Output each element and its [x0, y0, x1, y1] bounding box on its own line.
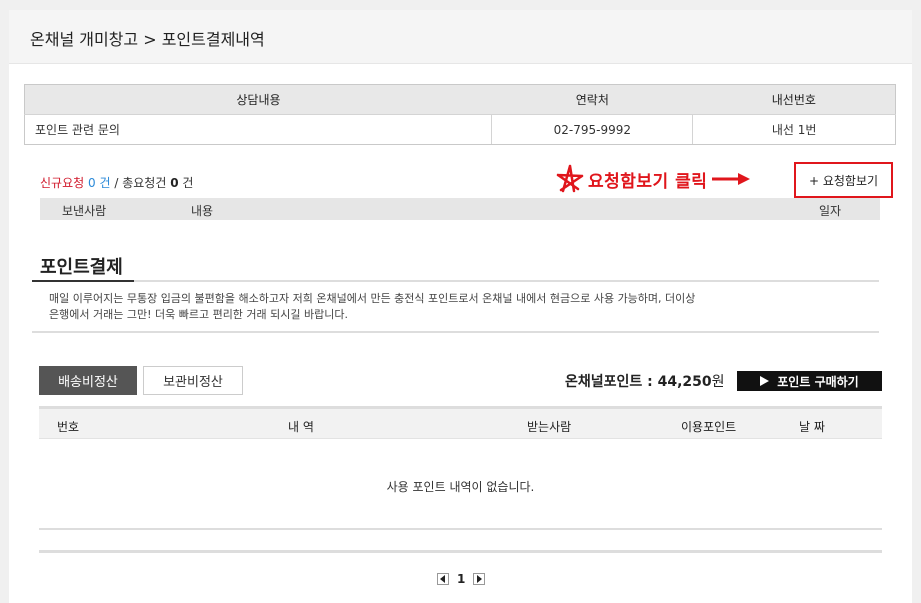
contact-extension-cell: 내선 1번 — [692, 114, 896, 145]
pagination-divider — [39, 550, 882, 553]
request-summary: 신규요청 0 건 / 총요청건 0 건 — [40, 174, 193, 191]
play-icon — [760, 376, 770, 386]
page-container: 온채널 개미창고 > 포인트결제내역 상담내용 연락처 내선번호 포인트 관련 … — [9, 10, 912, 603]
buy-points-button[interactable]: 포인트 구매하기 — [737, 371, 882, 391]
request-separator: / — [114, 176, 119, 190]
chevron-right-icon — [477, 575, 483, 583]
new-request-unit: 건 — [99, 176, 111, 190]
points-col-date: 날 짜 — [799, 420, 825, 434]
points-unit: 원 — [711, 374, 725, 390]
contact-table-header: 상담내용 연락처 내선번호 — [23, 84, 896, 115]
prev-page-button[interactable] — [437, 573, 449, 585]
section-description: 매일 이루어지는 무통장 입금의 불편함을 해소하고자 저희 온채널에서 만든 … — [32, 282, 879, 333]
annotation-text: 요청함보기 클릭 — [588, 171, 708, 192]
chevron-left-icon — [440, 575, 445, 583]
total-request-count: 0 — [170, 176, 179, 190]
new-request-label: 신규요청 — [40, 176, 85, 190]
buy-points-label: 포인트 구매하기 — [777, 374, 859, 389]
points-col-number: 번호 — [57, 420, 80, 434]
points-balance-label: 온채널포인트 : 44,250 — [565, 374, 712, 390]
contact-col-phone: 연락처 — [491, 84, 693, 115]
new-request-count: 0 — [88, 176, 96, 190]
current-page[interactable]: 1 — [457, 572, 465, 586]
tab-storage-settlement[interactable]: 보관비정산 — [143, 366, 243, 395]
table-row: 포인트 관련 문의 02-795-9992 내선 1번 — [23, 114, 896, 145]
pagination: 1 — [437, 572, 486, 586]
star-scribble-icon — [556, 164, 584, 193]
contact-inquiry-cell: 포인트 관련 문의 — [23, 114, 492, 145]
arrow-right-icon — [712, 173, 751, 185]
points-col-used-points: 이용포인트 — [681, 420, 737, 434]
contact-phone-cell: 02-795-9992 — [491, 114, 693, 145]
section-title: 포인트결제 — [40, 257, 123, 278]
view-requests-button[interactable]: + 요청함보기 — [794, 162, 893, 198]
points-table-header: 번호 내 역 받는사람 이용포인트 날 짜 — [39, 406, 882, 439]
page-header: 온채널 개미창고 > 포인트결제내역 — [9, 10, 912, 64]
contact-table: 상담내용 연락처 내선번호 포인트 관련 문의 02-795-9992 내선 1… — [23, 84, 896, 145]
page-title: 온채널 개미창고 > 포인트결제내역 — [30, 30, 265, 49]
points-col-details: 내 역 — [288, 420, 314, 434]
contact-col-extension: 내선번호 — [692, 84, 896, 115]
message-col-sender: 보낸사람 — [62, 204, 107, 218]
click-annotation: 요청함보기 클릭 — [554, 163, 752, 195]
points-balance: 온채널포인트 : 44,250원 — [565, 371, 725, 391]
next-page-button[interactable] — [473, 573, 486, 585]
table-bottom-divider — [39, 528, 882, 530]
message-table-header: 보낸사람 내용 일자 — [40, 198, 880, 220]
section-description-line: 매일 이루어지는 무통장 입금의 불편함을 해소하고자 저희 온채널에서 만든 … — [49, 292, 696, 305]
total-request-unit: 건 — [182, 176, 194, 190]
tab-shipping-settlement[interactable]: 배송비정산 — [39, 366, 137, 395]
section-description-line: 은행에서 거래는 그만! 더욱 빠르고 편리한 거래 되시길 바랍니다. — [49, 308, 348, 321]
total-request-label: 총요청건 — [122, 176, 167, 190]
contact-col-inquiry: 상담내용 — [23, 84, 492, 115]
points-col-recipient: 받는사람 — [527, 420, 572, 434]
empty-points-message: 사용 포인트 내역이 없습니다. — [386, 480, 535, 494]
message-col-date: 일자 — [819, 204, 842, 218]
message-col-content: 내용 — [191, 204, 214, 218]
